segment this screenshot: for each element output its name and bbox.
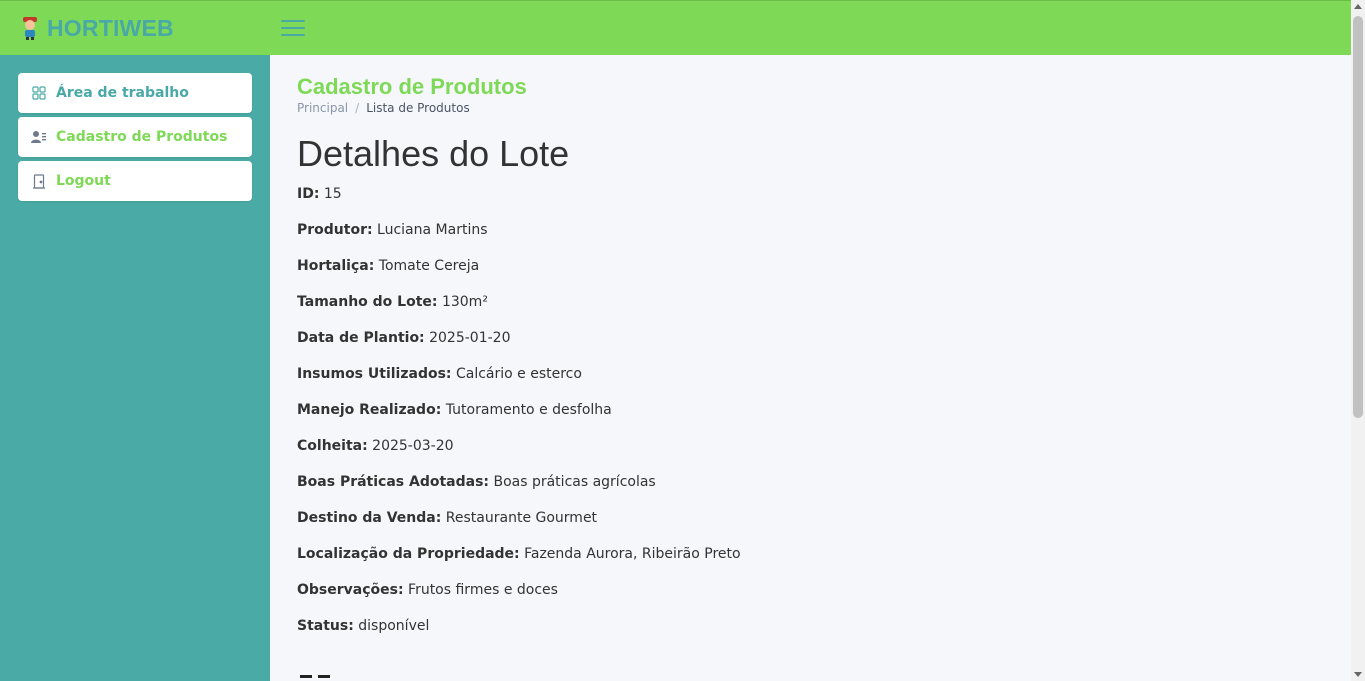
detail-row-produtor: Produtor: Luciana Martins [297,222,741,258]
brand-name: HORTIWEB [47,14,174,41]
farmer-logo-icon [19,15,41,41]
detail-label: Insumos Utilizados: [297,366,452,382]
sidebar-item-logout[interactable]: Logout [18,161,252,201]
lot-details: ID: 15 Produtor: Luciana Martins Hortali… [297,186,741,654]
delete-icon[interactable] [318,675,330,681]
sidebar-item-label: Logout [56,173,111,189]
detail-value: disponível [358,618,430,634]
vertical-scrollbar[interactable] [1351,0,1365,681]
detail-value: Calcário e esterco [455,366,582,382]
detail-label: Destino da Venda: [297,510,442,526]
detail-label: Manejo Realizado: [297,402,442,418]
detail-label: Hortaliça: [297,258,375,274]
detail-label: Status: [297,618,354,634]
detail-row-boas-praticas: Boas Práticas Adotadas: Boas práticas ag… [297,474,741,510]
sidebar-item-label: Área de trabalho [56,85,189,101]
details-heading: Detalhes do Lote [297,133,570,174]
action-icons [300,675,330,681]
breadcrumb: Principal / Lista de Produtos [297,101,470,115]
detail-row-status: Status: disponível [297,618,741,654]
detail-row-insumos: Insumos Utilizados: Calcário e esterco [297,366,741,402]
detail-label: Observações: [297,582,404,598]
detail-value: 130m² [441,294,488,310]
sidebar-item-cadastro-de-produtos[interactable]: Cadastro de Produtos [18,117,252,157]
detail-label: ID: [297,186,320,202]
sidebar: Área de trabalho Cadastro de Produtos Lo… [0,55,270,681]
breadcrumb-home-link[interactable]: Principal [297,101,348,115]
sidebar-item-area-de-trabalho[interactable]: Área de trabalho [18,73,252,113]
detail-value: 15 [323,186,342,202]
dashboard-grid-icon [31,86,46,101]
detail-row-colheita: Colheita: 2025-03-20 [297,438,741,474]
detail-value: Tomate Cereja [378,258,480,274]
scroll-thumb[interactable] [1353,16,1363,418]
brand[interactable]: HORTIWEB [19,13,174,43]
breadcrumb-separator: / [355,101,360,115]
hamburger-menu-icon[interactable] [281,17,305,39]
detail-value: Fazenda Aurora, Ribeirão Preto [524,546,741,562]
door-icon [31,173,46,189]
detail-value: Restaurante Gourmet [445,510,598,526]
detail-row-manejo: Manejo Realizado: Tutoramento e desfolha [297,402,741,438]
detail-label: Produtor: [297,222,373,238]
detail-label: Tamanho do Lote: [297,294,438,310]
scroll-up-icon[interactable] [1354,4,1362,9]
scroll-down-icon[interactable] [1354,672,1362,677]
user-list-icon [31,130,46,145]
detail-row-data-de-plantio: Data de Plantio: 2025-01-20 [297,330,741,366]
detail-row-destino-da-venda: Destino da Venda: Restaurante Gourmet [297,510,741,546]
detail-row-id: ID: 15 [297,186,741,222]
detail-value: Frutos firmes e doces [408,582,558,598]
detail-label: Colheita: [297,438,368,454]
detail-value: 2025-01-20 [429,330,511,346]
top-header: HORTIWEB [0,0,1351,55]
detail-value: Boas práticas agrícolas [493,474,656,490]
detail-label: Boas Práticas Adotadas: [297,474,490,490]
detail-value: Luciana Martins [377,222,488,238]
detail-label: Data de Plantio: [297,330,425,346]
edit-icon[interactable] [300,675,312,681]
main-content: Cadastro de Produtos Principal / Lista d… [270,55,1351,681]
detail-value: 2025-03-20 [372,438,454,454]
page-title: Cadastro de Produtos [297,74,527,99]
detail-row-hortalica: Hortaliça: Tomate Cereja [297,258,741,294]
detail-row-observacoes: Observações: Frutos firmes e doces [297,582,741,618]
sidebar-item-label: Cadastro de Produtos [56,129,228,145]
detail-label: Localização da Propriedade: [297,546,520,562]
breadcrumb-current: Lista de Produtos [366,101,470,115]
detail-row-localizacao: Localização da Propriedade: Fazenda Auro… [297,546,741,582]
detail-row-tamanho-do-lote: Tamanho do Lote: 130m² [297,294,741,330]
detail-value: Tutoramento e desfolha [445,402,612,418]
